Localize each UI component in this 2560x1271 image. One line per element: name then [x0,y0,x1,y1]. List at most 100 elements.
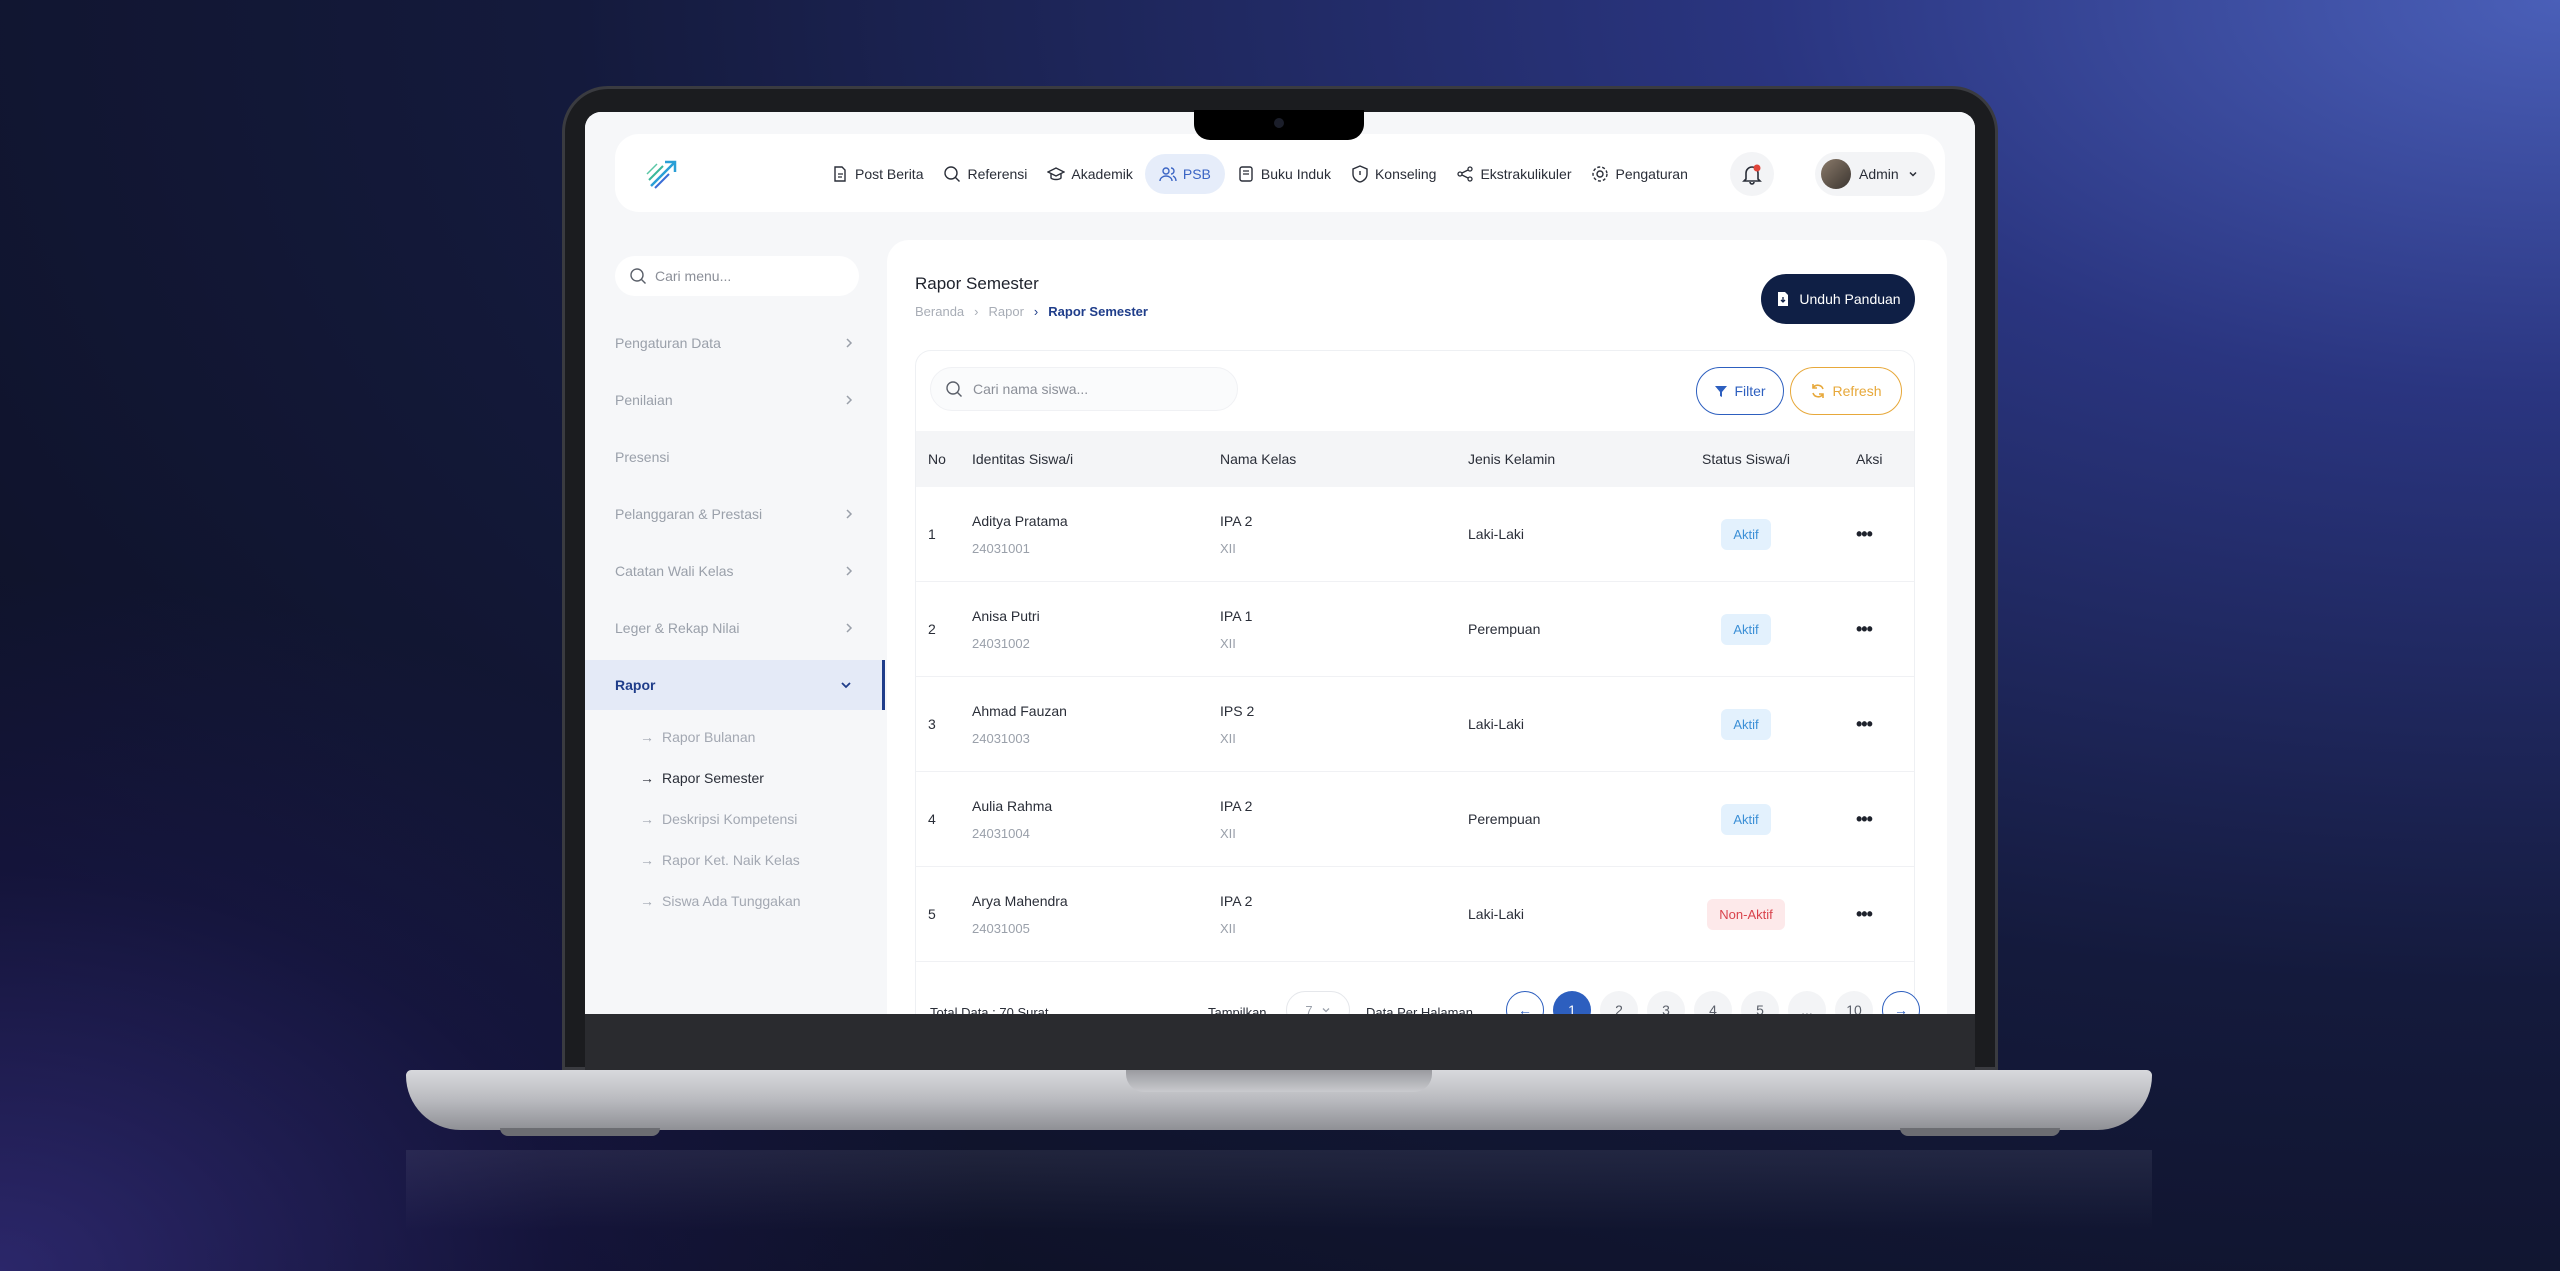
sidebar-subitem-deskripsi-kompetensi[interactable]: → Deskripsi Kompetensi [585,798,885,839]
gender: Perempuan [1468,811,1541,827]
nav-item-akademik[interactable]: Akademik [1039,154,1140,194]
row-number: 5 [928,906,936,922]
arrow-left-icon: ← [1518,1002,1532,1014]
student-nis: 24031001 [972,540,1030,556]
document-icon [834,166,846,182]
nav-label: PSB [1182,166,1211,182]
sidebar-subitem-siswa-ada-tunggakan[interactable]: → Siswa Ada Tunggakan [585,880,885,921]
next-page-button[interactable]: → [1882,991,1920,1014]
sidebar-item-catatan-wali-kelas[interactable]: Catatan Wali Kelas [585,542,885,599]
nav-item-konseling[interactable]: Konseling [1343,154,1445,194]
sidebar-item-label: Catatan Wali Kelas [615,562,734,579]
sidebar-subitem-label: Deskripsi Kompetensi [662,810,798,827]
sidebar-item-leger-rekap-nilai[interactable]: Leger & Rekap Nilai [585,599,885,656]
student-search-input[interactable]: Cari nama siswa... [930,367,1238,411]
column-header-identitas[interactable]: Identitas Siswa/i [972,451,1073,467]
table-row[interactable]: 2 Anisa Putri 24031002 IPA 1 XII Perempu… [916,582,1914,677]
status-badge: Aktif [1721,518,1771,550]
prev-page-button[interactable]: ← [1506,991,1544,1014]
chevron-right-icon [846,622,853,633]
total-data: Total Data : 70 Surat [930,1005,1049,1014]
filter-button[interactable]: Filter [1696,367,1784,415]
column-header-jenis-kelamin[interactable]: Jenis Kelamin [1468,451,1555,467]
status-badge-wrap: Aktif [1696,803,1796,835]
notification-button[interactable] [1730,152,1774,196]
breadcrumb-item-current: Rapor Semester [1048,304,1148,319]
breadcrumb-item-beranda[interactable]: Beranda [915,304,964,319]
top-navbar: Post Berita Referensi Akademik PSB Buku … [615,134,1945,212]
sidebar-item-label: Pengaturan Data [615,334,721,351]
table-row[interactable]: 5 Arya Mahendra 24031005 IPA 2 XII Laki-… [916,867,1914,962]
class-info: IPA 1 XII [1220,608,1252,651]
class-name: IPS 2 [1220,702,1255,719]
arrow-right-icon: → [640,892,654,909]
column-header-no[interactable]: No [928,451,946,467]
row-number: 2 [928,621,936,637]
page-button[interactable]: 4 [1694,991,1732,1014]
student-nis: 24031004 [972,825,1030,841]
app-logo[interactable] [645,156,681,192]
column-header-kelas[interactable]: Nama Kelas [1220,451,1296,467]
page-button[interactable]: 3 [1647,991,1685,1014]
sidebar-item-pengaturan-data[interactable]: Pengaturan Data [585,314,885,371]
search-icon [946,381,962,397]
chevron-right-icon: › [1033,304,1039,319]
gender: Laki-Laki [1468,526,1525,542]
sidebar-subitem-rapor-semester[interactable]: → Rapor Semester [585,757,885,798]
class-grade: XII [1220,825,1236,841]
per-page-value: 7 [1305,1002,1313,1015]
page-button[interactable]: 10 [1835,991,1873,1014]
camera-icon [1274,118,1284,128]
class-name: IPA 2 [1220,512,1253,529]
class-info: IPA 2 XII [1220,513,1252,556]
page-button[interactable]: 5 [1741,991,1779,1014]
column-header-status[interactable]: Status Siswa/i [1696,451,1796,467]
sidebar-subitem-label: Rapor Bulanan [662,728,756,745]
row-number: 3 [928,716,936,732]
breadcrumb-item-rapor[interactable]: Rapor [989,304,1024,319]
nav-label: Post Berita [855,166,924,182]
page-button[interactable]: 1 [1553,991,1591,1014]
sidebar-item-presensi[interactable]: Presensi [585,428,885,485]
nav-item-psb[interactable]: PSB [1144,154,1225,194]
per-page-select[interactable]: 7 [1286,991,1350,1014]
download-guide-button[interactable]: Unduh Panduan [1761,274,1915,324]
nav-item-post-berita[interactable]: Post Berita [823,154,931,194]
more-actions-icon[interactable]: ••• [1856,714,1873,735]
nav-item-referensi[interactable]: Referensi [935,154,1035,194]
more-actions-icon[interactable]: ••• [1856,904,1873,925]
nav-item-buku-induk[interactable]: Buku Induk [1229,154,1339,194]
refresh-button[interactable]: Refresh [1790,367,1902,415]
more-actions-icon[interactable]: ••• [1856,524,1873,545]
status-badge-wrap: Aktif [1696,708,1796,740]
more-actions-icon[interactable]: ••• [1856,809,1873,830]
sidebar-search-input[interactable]: Cari menu... [615,256,859,296]
page-title: Rapor Semester [915,274,1039,293]
sidebar-item-rapor[interactable]: Rapor [585,660,885,710]
sidebar-subitem-rapor-bulanan[interactable]: → Rapor Bulanan [585,716,885,757]
status-badge: Aktif [1721,708,1771,740]
sidebar-item-pelanggaran-prestasi[interactable]: Pelanggaran & Prestasi [585,485,885,542]
nav-item-ekstrakulikuler[interactable]: Ekstrakulikuler [1448,154,1579,194]
table-row[interactable]: 1 Aditya Pratama 24031001 IPA 2 XII Laki… [916,487,1914,582]
sidebar-subitem-rapor-ket-naik-kelas[interactable]: → Rapor Ket. Naik Kelas [585,839,885,880]
avatar [1821,159,1851,189]
arrow-right-icon: → [640,851,654,868]
more-actions-icon[interactable]: ••• [1856,619,1873,640]
sidebar-item-penilaian[interactable]: Penilaian [585,371,885,428]
sidebar-subitem-label: Siswa Ada Tunggakan [662,892,801,909]
users-icon [1159,167,1177,182]
search-icon [944,166,961,182]
status-badge: Aktif [1721,803,1771,835]
nav-item-pengaturan[interactable]: Pengaturan [1583,154,1695,194]
page-button[interactable]: 2 [1600,991,1638,1014]
sidebar-search-placeholder: Cari menu... [655,268,732,284]
main-content: Rapor Semester Beranda › Rapor › Rapor S… [887,240,1947,1014]
table-row[interactable]: 4 Aulia Rahma 24031004 IPA 2 XII Perempu… [916,772,1914,867]
user-menu[interactable]: Admin [1815,152,1935,196]
students-table-card: Cari nama siswa... Filter Refresh No Ide… [915,350,1920,1014]
table-row[interactable]: 3 Ahmad Fauzan 24031003 IPS 2 XII Laki-L… [916,677,1914,772]
class-info: IPA 2 XII [1220,893,1252,936]
class-name: IPA 2 [1220,892,1253,909]
status-badge-wrap: Non-Aktif [1696,898,1796,930]
